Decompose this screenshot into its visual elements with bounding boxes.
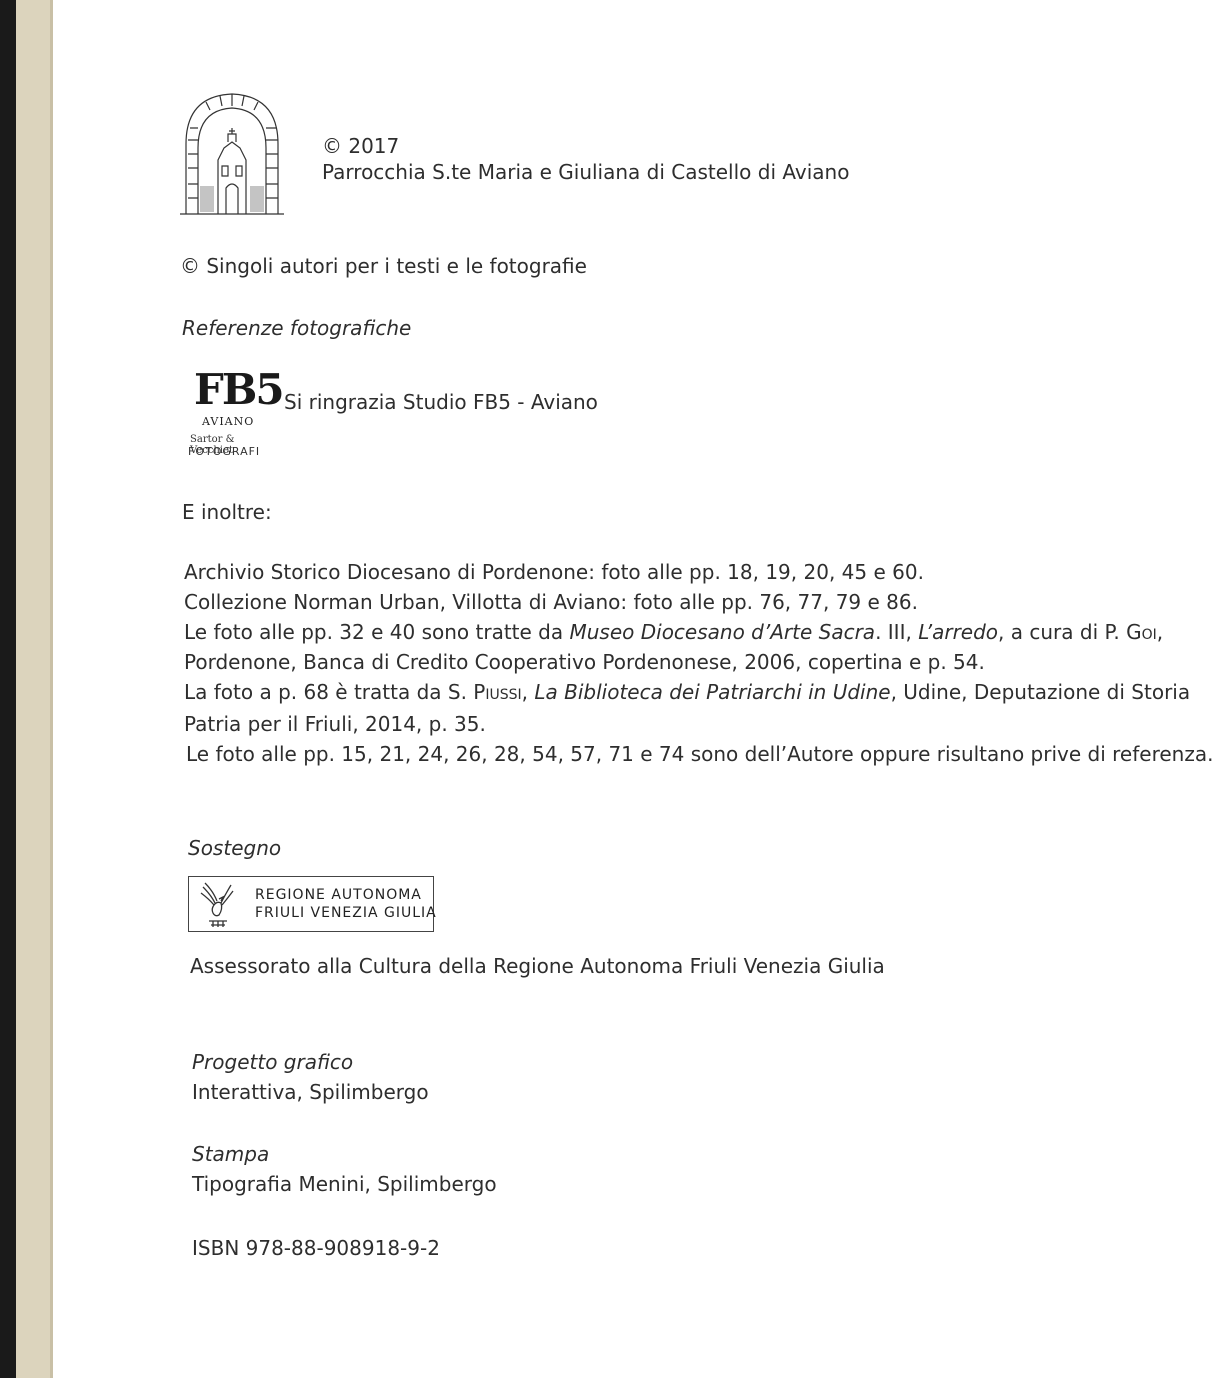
credit-line-3-part-a: Le foto alle pp. 32 e 40 sono tratte da bbox=[184, 620, 570, 644]
isbn: ISBN 978-88-908918-9-2 bbox=[192, 1236, 440, 1260]
region-name-line-2: FRIULI VENEZIA GIULIA bbox=[255, 905, 437, 921]
church-arch-icon bbox=[180, 93, 284, 215]
book-spine-edge bbox=[50, 0, 53, 1378]
photo-refs-heading: Referenze fotografiche bbox=[182, 316, 412, 340]
fb5-logo-fotografi: FOTOGRAFI bbox=[188, 445, 261, 458]
credit-line-3-part-g: , bbox=[1156, 620, 1164, 644]
region-logo-box: REGIONE AUTONOMA FRIULI VENEZIA GIULIA bbox=[188, 876, 437, 932]
support-heading: Sostegno bbox=[188, 836, 282, 860]
credit-line-5-title: La Biblioteca dei Patriarchi in Udine bbox=[534, 680, 891, 704]
print-heading: Stampa bbox=[192, 1142, 270, 1166]
book-spine-dark bbox=[0, 0, 16, 1378]
region-name-line-1: REGIONE AUTONOMA bbox=[255, 887, 422, 903]
copyright-year: © 2017 bbox=[322, 134, 400, 158]
credit-line-1: Archivio Storico Diocesano di Pordenone:… bbox=[184, 560, 924, 584]
design-heading: Progetto grafico bbox=[192, 1050, 354, 1074]
credit-line-7: Le foto alle pp. 15, 21, 24, 26, 28, 54,… bbox=[186, 742, 1214, 766]
credit-line-3-author: Goi bbox=[1126, 620, 1157, 644]
credit-line-3-part-c: . III, bbox=[875, 620, 919, 644]
fb5-studio-logo: FB5 AVIANO Sartor & Vecchiet FOTOGRAFI bbox=[188, 360, 285, 462]
credit-line-6: Patria per il Friuli, 2014, p. 35. bbox=[184, 712, 486, 736]
credit-line-2: Collezione Norman Urban, Villotta di Avi… bbox=[184, 590, 918, 614]
fb5-logo-city: AVIANO bbox=[202, 415, 255, 428]
fb5-thanks: Si ringrazia Studio FB5 - Aviano bbox=[284, 390, 598, 414]
credit-line-3-part-e: , a cura di P. bbox=[998, 620, 1127, 644]
book-spine-cream bbox=[16, 0, 50, 1378]
publisher-name: Parrocchia S.te Maria e Giuliana di Cast… bbox=[322, 160, 850, 184]
credit-line-3-title: Museo Diocesano d’Arte Sacra bbox=[569, 620, 876, 644]
credit-line-4: Pordenone, Banca di Credito Cooperativo … bbox=[184, 650, 985, 674]
eagle-icon bbox=[200, 882, 234, 927]
support-text: Assessorato alla Cultura della Regione A… bbox=[190, 954, 885, 978]
authors-rights: © Singoli autori per i testi e le fotogr… bbox=[180, 254, 587, 278]
credit-line-5-author: Piussi bbox=[473, 680, 522, 704]
credit-line-3: Le foto alle pp. 32 e 40 sono tratte da … bbox=[184, 620, 1163, 644]
credit-line-5: La foto a p. 68 è tratta da S. Piussi, L… bbox=[184, 680, 1190, 704]
credit-line-5-part-e: , Udine, Deputazione di Storia bbox=[890, 680, 1191, 704]
fb5-logo-name: FB5 bbox=[194, 365, 285, 414]
credit-line-5-part-a: La foto a p. 68 è tratta da S. bbox=[184, 680, 474, 704]
inoltre-label: E inoltre: bbox=[182, 500, 272, 524]
design-text: Interattiva, Spilimbergo bbox=[192, 1080, 429, 1104]
print-text: Tipografia Menini, Spilimbergo bbox=[192, 1172, 497, 1196]
credit-line-3-subtitle: L’arredo bbox=[918, 620, 999, 644]
credit-line-5-part-c: , bbox=[521, 680, 535, 704]
